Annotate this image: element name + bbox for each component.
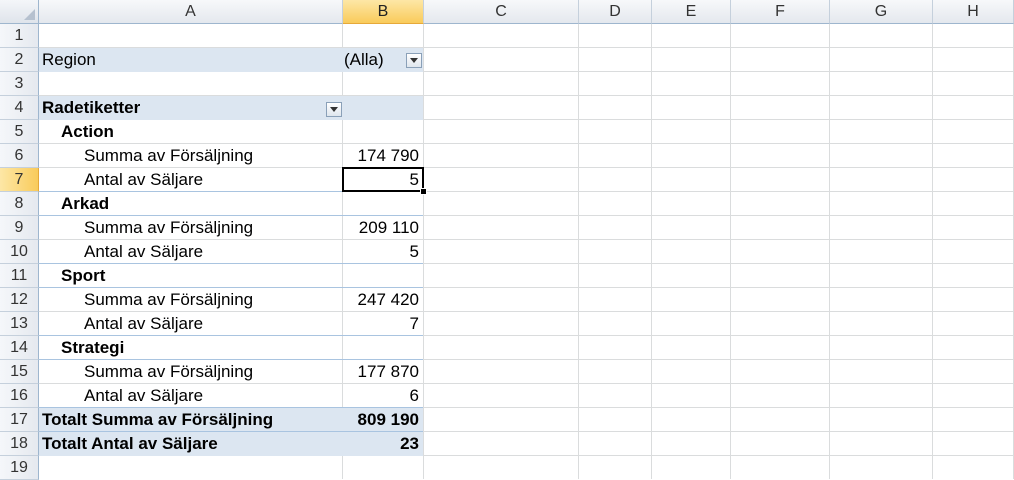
total-sum-value[interactable]: 809 190 — [343, 408, 423, 432]
chevron-down-icon — [330, 107, 338, 112]
row-header-13[interactable]: 13 — [0, 312, 39, 336]
sum-value[interactable]: 247 420 — [343, 288, 423, 312]
row-header-12[interactable]: 12 — [0, 288, 39, 312]
total-count-label[interactable]: Totalt Antal av Säljare — [42, 432, 340, 456]
row-labels-dropdown-button[interactable] — [326, 102, 342, 117]
count-value[interactable]: 5 — [343, 240, 423, 264]
gridline — [423, 24, 424, 479]
row-header-17[interactable]: 17 — [0, 408, 39, 432]
row-header-19[interactable]: 19 — [0, 456, 39, 480]
row-header-6[interactable]: 6 — [0, 144, 39, 168]
count-label[interactable]: Antal av Säljare — [84, 240, 334, 264]
column-header-d[interactable]: D — [579, 0, 652, 24]
gridline — [730, 24, 731, 479]
fill-handle[interactable] — [420, 188, 427, 195]
row-labels-header[interactable]: Radetiketter — [42, 96, 312, 120]
column-header-f[interactable]: F — [731, 0, 830, 24]
count-label[interactable]: Antal av Säljare — [84, 384, 334, 408]
total-sum-label[interactable]: Totalt Summa av Försäljning — [42, 408, 340, 432]
count-value[interactable]: 6 — [343, 384, 423, 408]
sum-value[interactable]: 209 110 — [343, 216, 423, 240]
chevron-down-icon — [410, 58, 418, 63]
group-label-action[interactable]: Action — [61, 120, 331, 144]
group-label-sport[interactable]: Sport — [61, 264, 331, 288]
total-count-value[interactable]: 23 — [343, 432, 423, 456]
row-header-2[interactable]: 2 — [0, 48, 39, 72]
gridline — [578, 24, 579, 479]
row-header-10[interactable]: 10 — [0, 240, 39, 264]
group-label-strategi[interactable]: Strategi — [61, 336, 331, 360]
row-header-8[interactable]: 8 — [0, 192, 39, 216]
row-header-4[interactable]: 4 — [0, 96, 39, 120]
row-header-14[interactable]: 14 — [0, 336, 39, 360]
filter-label[interactable]: Region — [42, 48, 338, 72]
sum-label[interactable]: Summa av Försäljning — [84, 288, 334, 312]
row-header-16[interactable]: 16 — [0, 384, 39, 408]
group-label-arkad[interactable]: Arkad — [61, 192, 331, 216]
column-header-c[interactable]: C — [424, 0, 579, 24]
column-header-b[interactable]: B — [343, 0, 424, 24]
sum-label[interactable]: Summa av Försäljning — [84, 360, 334, 384]
sum-label[interactable]: Summa av Försäljning — [84, 216, 334, 240]
column-header-h[interactable]: H — [933, 0, 1014, 24]
row-header-5[interactable]: 5 — [0, 120, 39, 144]
count-label[interactable]: Antal av Säljare — [84, 168, 334, 192]
count-label[interactable]: Antal av Säljare — [84, 312, 334, 336]
gridline — [829, 24, 830, 479]
sum-value[interactable]: 174 790 — [343, 144, 423, 168]
row-header-15[interactable]: 15 — [0, 360, 39, 384]
cell-grid[interactable]: Region (Alla) Radetiketter Action Summa … — [39, 24, 1014, 479]
filter-dropdown-button[interactable] — [406, 53, 422, 68]
sum-value[interactable]: 177 870 — [343, 360, 423, 384]
sum-label[interactable]: Summa av Försäljning — [84, 144, 334, 168]
row-header-3[interactable]: 3 — [0, 72, 39, 96]
gridline — [651, 24, 652, 479]
active-cell-outline[interactable] — [342, 167, 424, 192]
column-header-a[interactable]: A — [39, 0, 343, 24]
filter-value[interactable]: (Alla) — [344, 48, 400, 72]
gridline — [932, 24, 933, 479]
row-header-7[interactable]: 7 — [0, 168, 39, 192]
row-header-9[interactable]: 9 — [0, 216, 39, 240]
row-header-11[interactable]: 11 — [0, 264, 39, 288]
column-header-e[interactable]: E — [652, 0, 731, 24]
count-value[interactable]: 7 — [343, 312, 423, 336]
row-header-18[interactable]: 18 — [0, 432, 39, 456]
spreadsheet: A B C D E F G H 1 2 3 4 5 6 7 8 9 10 11 … — [0, 0, 1014, 480]
column-header-g[interactable]: G — [830, 0, 933, 24]
select-all-button[interactable] — [0, 0, 39, 24]
row-header-1[interactable]: 1 — [0, 24, 39, 48]
